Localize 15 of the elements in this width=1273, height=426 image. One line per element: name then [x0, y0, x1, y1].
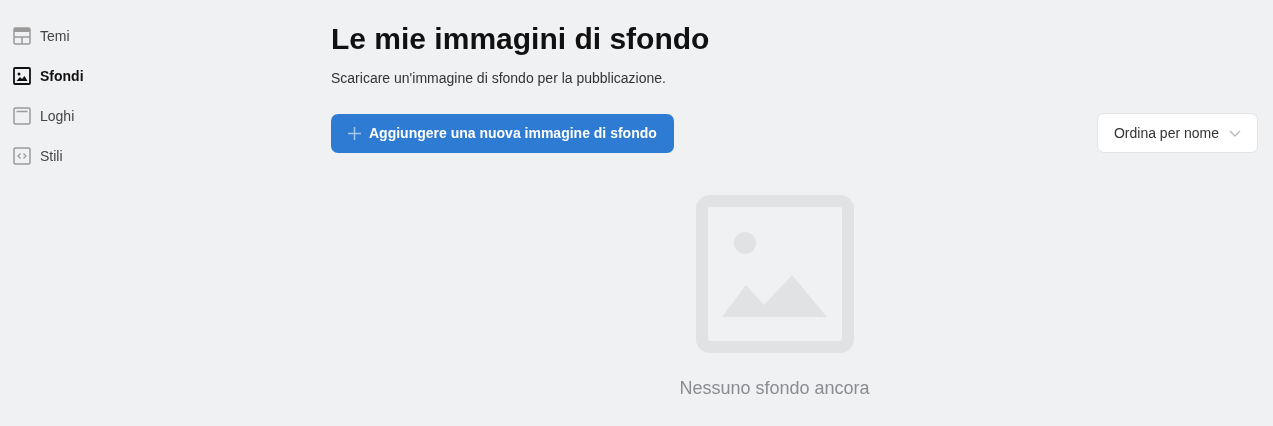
window-icon	[13, 107, 31, 125]
layout-icon	[13, 27, 31, 45]
add-button[interactable]: Aggiungere una nuova immagine di sfondo	[331, 113, 674, 153]
sort-dropdown[interactable]: Ordina per nome	[1096, 113, 1258, 153]
page-title: Le mie immagini di sfondo	[331, 21, 710, 57]
chevron-down-icon	[1229, 129, 1241, 137]
sidebar-item[interactable]: Stili	[13, 146, 331, 166]
sidebar-item[interactable]: Temi	[13, 26, 331, 46]
sidebar-item[interactable]: Loghi	[13, 106, 331, 126]
code-icon	[13, 147, 31, 165]
sidebar-item[interactable]: Sfondi	[13, 66, 331, 86]
plus-icon	[348, 126, 361, 140]
page-subtitle: Scaricare un'immagine di sfondo per la pubblicazione.	[331, 69, 666, 88]
empty-message: Nessuno sfondo ancora	[679, 377, 870, 400]
image-icon	[13, 67, 31, 85]
